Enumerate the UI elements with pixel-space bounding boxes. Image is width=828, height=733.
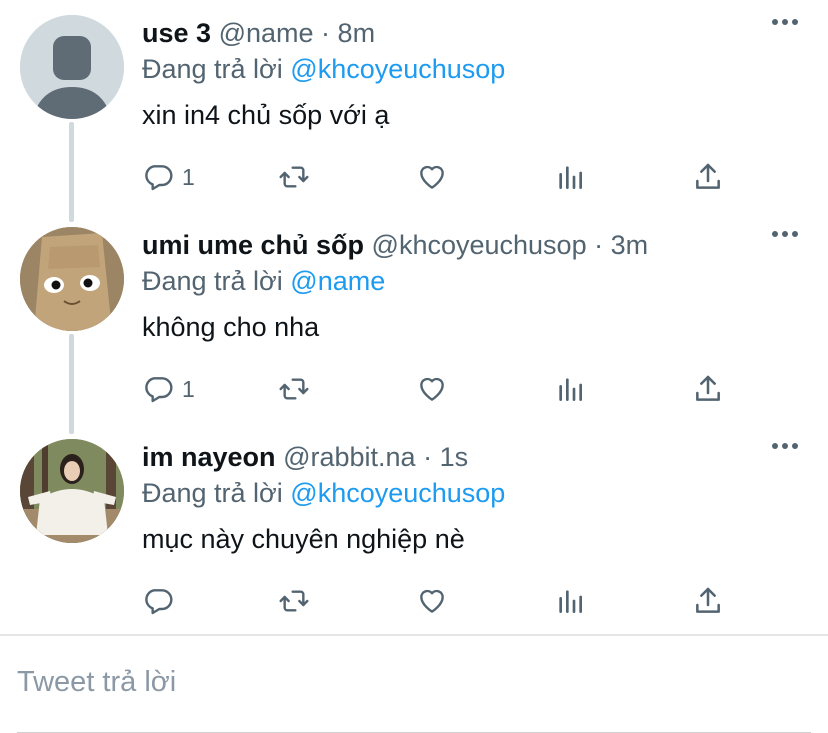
- reply-button[interactable]: 1: [142, 157, 195, 197]
- separator-dot: ·: [321, 18, 331, 48]
- share-icon: [696, 163, 720, 189]
- like-icon: [420, 589, 444, 613]
- timestamp[interactable]: 3m: [611, 230, 649, 260]
- avatar[interactable]: [20, 439, 124, 543]
- retweet-icon: [279, 166, 309, 188]
- share-button[interactable]: [692, 581, 724, 621]
- like-button[interactable]: [416, 581, 448, 621]
- separator-dot: ·: [423, 442, 433, 472]
- reply-icon: [145, 165, 173, 191]
- retweet-button[interactable]: [278, 157, 310, 197]
- replying-to-label: Đang trả lời: [142, 478, 283, 508]
- reply-composer: Tweet trả lời: [0, 634, 828, 733]
- retweet-icon: [279, 590, 309, 612]
- share-button[interactable]: [692, 369, 724, 409]
- reply-count: 1: [182, 163, 195, 190]
- more-icon[interactable]: [772, 442, 798, 450]
- like-button[interactable]: [416, 369, 448, 409]
- user-avatar-image: [20, 227, 124, 331]
- reply-button[interactable]: 1: [142, 369, 195, 409]
- more-icon[interactable]: [772, 18, 798, 26]
- tweet-text: mục này chuyên nghiệp nè: [142, 524, 465, 554]
- display-name[interactable]: use 3: [142, 18, 211, 48]
- reply-button[interactable]: [142, 581, 182, 621]
- like-icon: [420, 377, 444, 401]
- analytics-button[interactable]: [554, 157, 586, 197]
- share-icon: [696, 587, 720, 613]
- mention-link[interactable]: @name: [290, 266, 385, 296]
- timestamp[interactable]: 8m: [338, 18, 376, 48]
- analytics-icon: [559, 378, 582, 401]
- reply-input[interactable]: Tweet trả lời: [17, 666, 176, 699]
- avatar[interactable]: [20, 15, 124, 119]
- tweet[interactable]: use 3 @name · 8m Đang trả lời @khcoyeuch…: [0, 0, 828, 212]
- share-icon: [696, 375, 720, 401]
- mention-link[interactable]: @khcoyeuchusop: [290, 54, 505, 84]
- display-name[interactable]: im nayeon: [142, 442, 276, 472]
- action-bar: [142, 581, 742, 621]
- more-icon[interactable]: [772, 230, 798, 238]
- analytics-button[interactable]: [554, 581, 586, 621]
- user-avatar-image: [20, 439, 124, 543]
- tweet-text: xin in4 chủ sốp với ạ: [142, 100, 390, 130]
- display-name[interactable]: umi ume chủ sốp: [142, 230, 364, 260]
- mention-link[interactable]: @khcoyeuchusop: [290, 478, 505, 508]
- analytics-icon: [559, 590, 582, 613]
- replying-to-label: Đang trả lời: [142, 54, 283, 84]
- share-button[interactable]: [692, 157, 724, 197]
- like-icon: [420, 165, 444, 189]
- avatar[interactable]: [20, 227, 124, 331]
- tweet[interactable]: umi ume chủ sốp @khcoyeuchusop · 3m Đang…: [0, 212, 828, 424]
- tweet[interactable]: im nayeon @rabbit.na · 1s Đang trả lời @…: [0, 424, 828, 634]
- like-button[interactable]: [416, 157, 448, 197]
- replying-to-label: Đang trả lời: [142, 266, 283, 296]
- handle[interactable]: @rabbit.na: [283, 442, 415, 472]
- reply-icon: [145, 589, 173, 615]
- analytics-button[interactable]: [554, 369, 586, 409]
- reply-icon: [145, 377, 173, 403]
- handle[interactable]: @name: [219, 18, 314, 48]
- analytics-icon: [559, 166, 582, 189]
- default-avatar-icon: [20, 15, 124, 119]
- retweet-button[interactable]: [278, 369, 310, 409]
- reply-count: 1: [182, 375, 195, 402]
- action-bar: 1: [142, 157, 742, 197]
- retweet-button[interactable]: [278, 581, 310, 621]
- separator-dot: ·: [594, 230, 604, 260]
- timestamp[interactable]: 1s: [440, 442, 469, 472]
- action-bar: 1: [142, 369, 742, 409]
- retweet-icon: [279, 378, 309, 400]
- handle[interactable]: @khcoyeuchusop: [372, 230, 587, 260]
- tweet-text: không cho nha: [142, 312, 320, 342]
